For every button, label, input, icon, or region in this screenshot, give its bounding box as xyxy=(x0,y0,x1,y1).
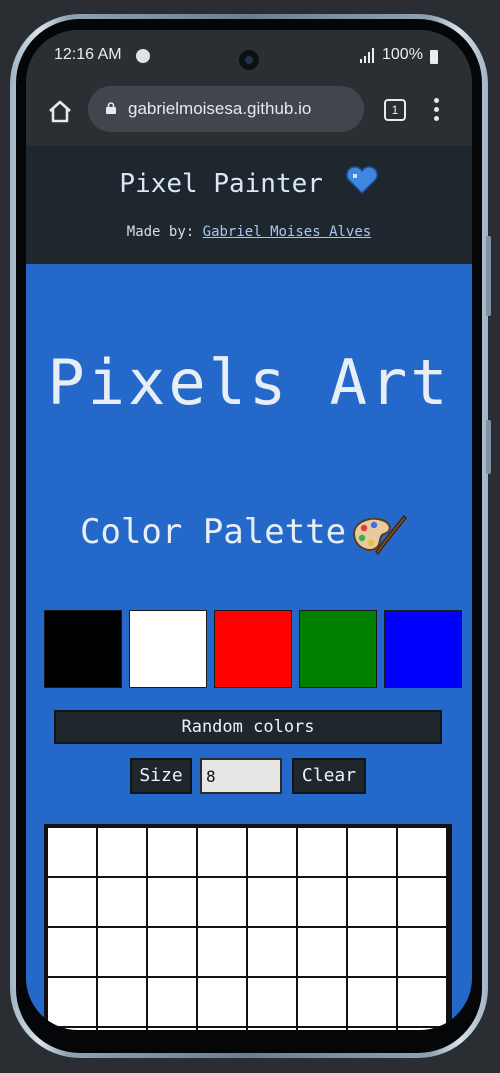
pixel-cell[interactable] xyxy=(198,1028,246,1030)
pixel-cell[interactable] xyxy=(398,828,446,876)
pixel-cell[interactable] xyxy=(48,928,96,976)
pixel-cell[interactable] xyxy=(398,978,446,1026)
url-text: gabrielmoisesa.github.io xyxy=(128,99,312,118)
clear-button[interactable]: Clear xyxy=(292,758,366,794)
pixel-cell[interactable] xyxy=(148,1028,196,1030)
pixel-cell[interactable] xyxy=(148,828,196,876)
palette-title: Color Palette xyxy=(80,512,347,552)
pixel-cell[interactable] xyxy=(48,828,96,876)
pixel-cell[interactable] xyxy=(398,1028,446,1030)
browser-toolbar: gabrielmoisesa.github.io 1 xyxy=(26,86,472,146)
pixel-cell[interactable] xyxy=(198,878,246,926)
address-bar[interactable]: gabrielmoisesa.github.io xyxy=(88,86,364,132)
pixel-cell[interactable] xyxy=(348,1028,396,1030)
lock-icon xyxy=(106,102,116,114)
palette-color-blue[interactable] xyxy=(384,610,462,688)
pixel-cell[interactable] xyxy=(198,828,246,876)
pixel-cell[interactable] xyxy=(198,978,246,1026)
tab-switcher-button[interactable]: 1 xyxy=(384,99,406,121)
color-palette xyxy=(44,610,462,688)
pixel-cell[interactable] xyxy=(248,978,296,1026)
signal-icon xyxy=(360,48,374,63)
site-title: Pixel Painter xyxy=(26,166,472,199)
pixel-cell[interactable] xyxy=(348,978,396,1026)
pixel-cell[interactable] xyxy=(398,928,446,976)
pixel-cell[interactable] xyxy=(48,978,96,1026)
size-button[interactable]: Size xyxy=(130,758,192,794)
paint-palette-icon xyxy=(352,514,408,556)
site-title-text: Pixel Painter xyxy=(119,169,323,199)
pixel-cell[interactable] xyxy=(298,978,346,1026)
battery-percent: 100% xyxy=(382,46,423,63)
pixel-cell[interactable] xyxy=(298,878,346,926)
author-link[interactable]: Gabriel Moises Alves xyxy=(203,224,372,240)
palette-color-white[interactable] xyxy=(129,610,207,688)
pixel-cell[interactable] xyxy=(248,828,296,876)
pixel-cell[interactable] xyxy=(98,978,146,1026)
pixel-cell[interactable] xyxy=(298,1028,346,1030)
random-colors-button[interactable]: Random colors xyxy=(54,710,442,744)
pixel-cell[interactable] xyxy=(248,1028,296,1030)
page-title: Pixels Art xyxy=(47,346,451,419)
pixel-cell[interactable] xyxy=(348,828,396,876)
front-camera xyxy=(237,48,261,72)
web-page: Pixel Painter Made by: Gabriel Moises Al… xyxy=(26,146,472,1030)
pixel-cell[interactable] xyxy=(48,1028,96,1030)
pixel-cell[interactable] xyxy=(148,978,196,1026)
board-size-input[interactable] xyxy=(200,758,282,794)
pixel-cell[interactable] xyxy=(98,828,146,876)
pixel-cell[interactable] xyxy=(198,928,246,976)
pixel-cell[interactable] xyxy=(248,878,296,926)
pixel-cell[interactable] xyxy=(98,878,146,926)
pixel-cell[interactable] xyxy=(48,878,96,926)
pixel-cell[interactable] xyxy=(348,878,396,926)
pixel-cell[interactable] xyxy=(148,878,196,926)
pixel-cell[interactable] xyxy=(98,1028,146,1030)
home-icon[interactable] xyxy=(46,98,74,126)
palette-color-black[interactable] xyxy=(44,610,122,688)
battery-icon xyxy=(430,50,438,64)
made-by-label: Made by: xyxy=(126,224,195,240)
pixel-grid xyxy=(48,828,448,1030)
pixel-cell[interactable] xyxy=(298,928,346,976)
status-bar: 12:16 AM 100% xyxy=(26,30,472,86)
palette-color-green[interactable] xyxy=(299,610,377,688)
screen: 12:16 AM 100% gabrielmoisesa.github.io 1… xyxy=(26,30,472,1030)
more-menu-icon[interactable] xyxy=(434,98,440,122)
volume-button xyxy=(486,236,491,316)
pixel-cell[interactable] xyxy=(348,928,396,976)
made-by-line: Made by: Gabriel Moises Alves xyxy=(26,224,472,240)
pixel-cell[interactable] xyxy=(298,828,346,876)
pixel-board xyxy=(44,824,452,1030)
palette-color-red[interactable] xyxy=(214,610,292,688)
status-time: 12:16 AM xyxy=(54,46,122,63)
main-section: Pixels Art Color Palette Random colors S… xyxy=(26,264,472,1030)
pixel-cell[interactable] xyxy=(248,928,296,976)
pixel-cell[interactable] xyxy=(398,878,446,926)
pixel-cell[interactable] xyxy=(98,928,146,976)
spotify-icon xyxy=(136,49,150,63)
power-button xyxy=(486,420,491,474)
site-header: Pixel Painter Made by: Gabriel Moises Al… xyxy=(26,146,472,264)
heart-icon xyxy=(345,166,378,194)
pixel-cell[interactable] xyxy=(148,928,196,976)
